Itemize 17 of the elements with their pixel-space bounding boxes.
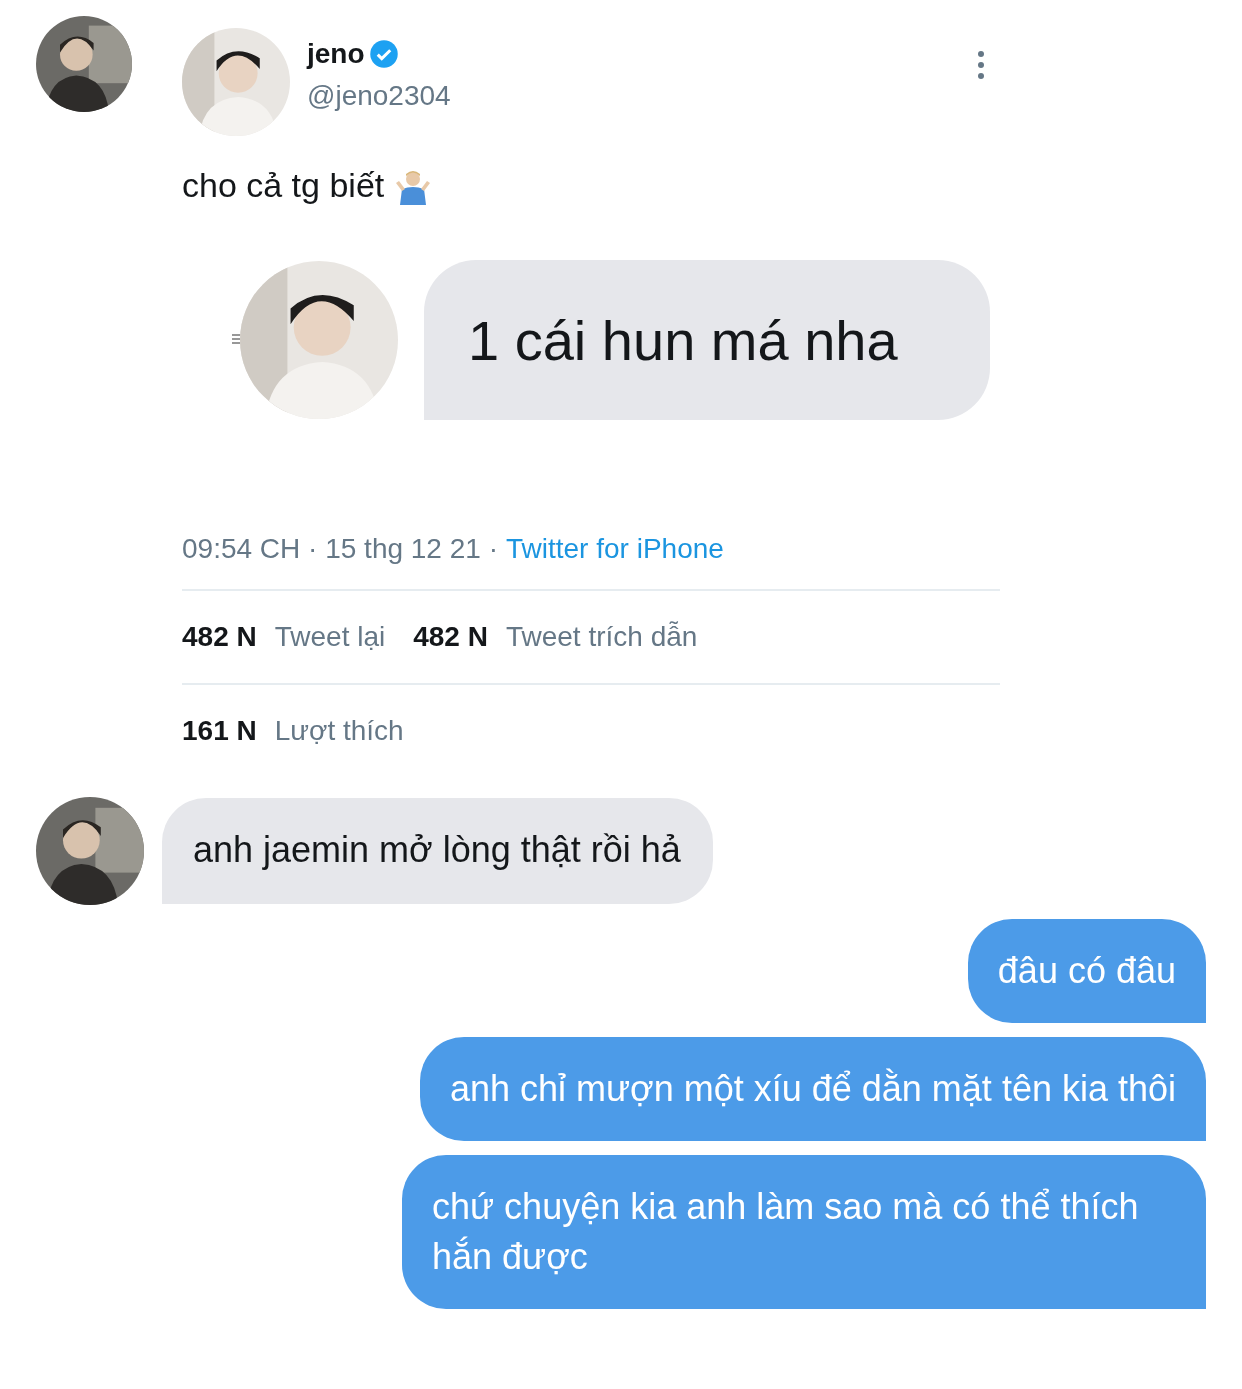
received-message: anh jaemin mở lòng thật rồi hả — [162, 798, 713, 904]
like-count: 161 N — [182, 715, 257, 747]
stat-label: Tweet trích dẫn — [505, 621, 698, 653]
sent-message: chứ chuyện kia anh làm sao mà có thể thích hắn được — [402, 1155, 1206, 1309]
source-link[interactable]: Twitter for iPhone — [506, 533, 724, 565]
like-label: Lượt thích — [274, 715, 404, 747]
more-icon[interactable] — [976, 50, 986, 80]
stat-label: Tweet lại — [274, 621, 386, 653]
stat-count: 482 N — [182, 621, 257, 653]
sent-message: anh chỉ mượn một xíu để dằn mặt tên kia thôi — [419, 1037, 1206, 1141]
sent-message: đâu có đâu — [967, 919, 1206, 1023]
stat-count: 482 N — [413, 621, 488, 653]
tweet-text: cho cả tg biết — [182, 166, 385, 205]
author-name: jeno — [307, 38, 365, 70]
author-handle: @jeno2304 — [307, 80, 452, 112]
tweet-timestamp: 09:54 CH · 15 thg 12 21 · — [182, 533, 498, 565]
message-bubble: 1 cái hun má nha — [424, 260, 990, 420]
